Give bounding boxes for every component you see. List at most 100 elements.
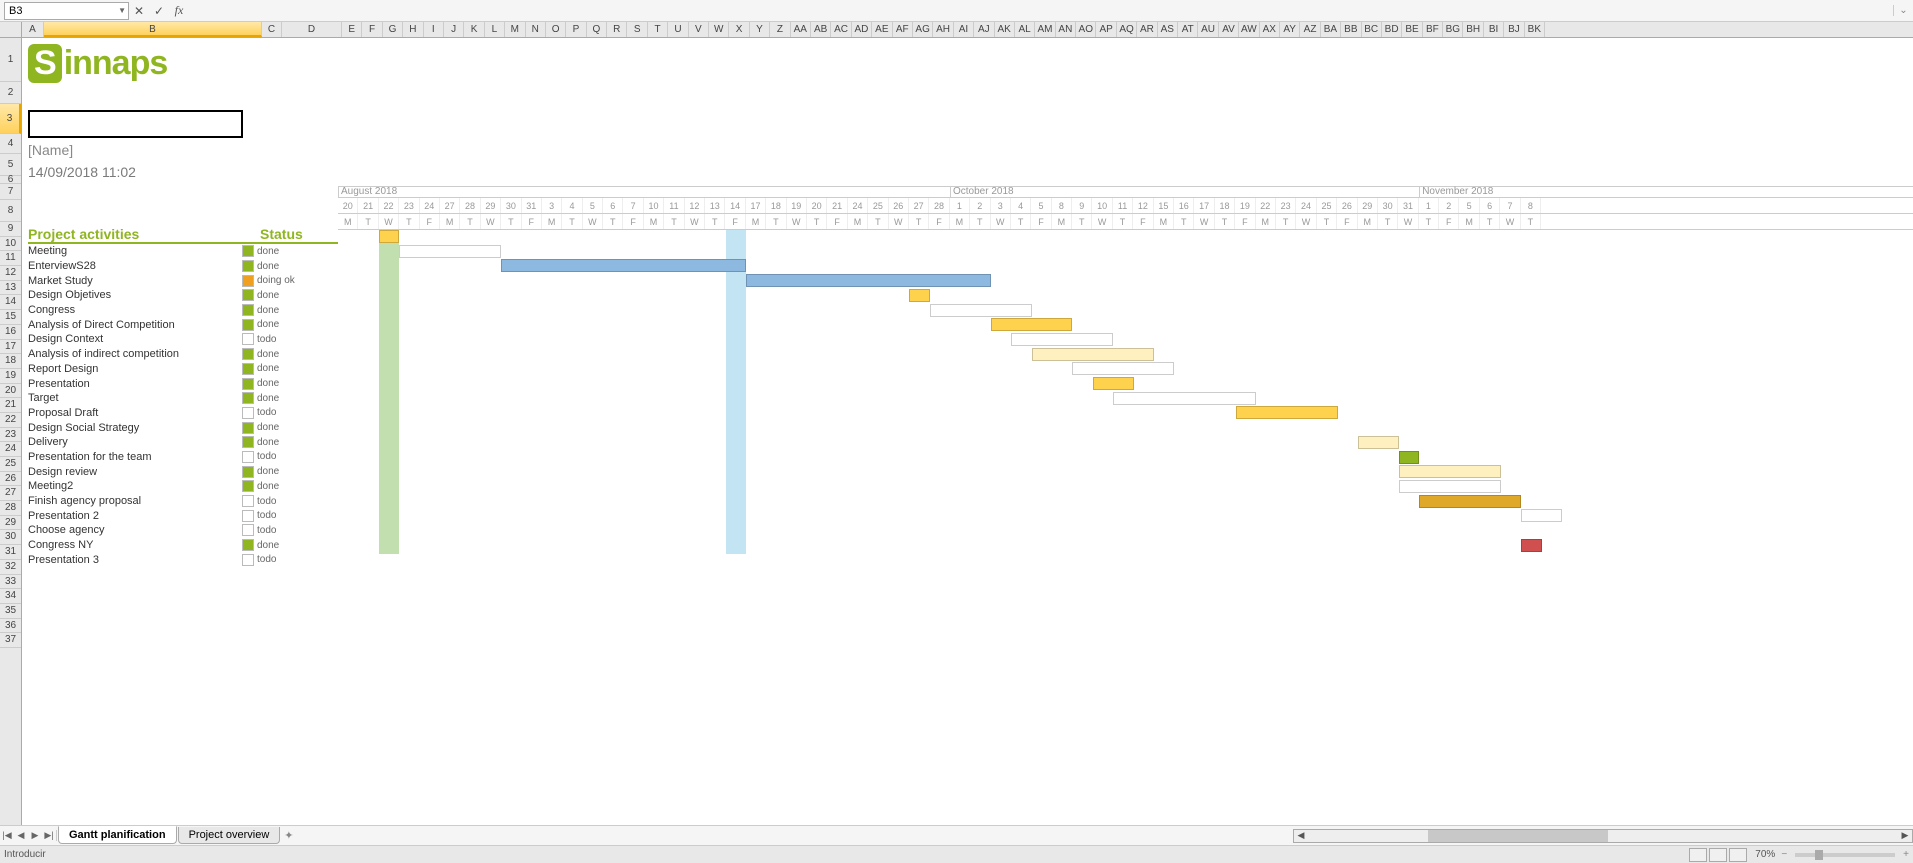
row-header-34[interactable]: 34: [0, 589, 21, 604]
row-header-8[interactable]: 8: [0, 200, 21, 222]
activity-row[interactable]: Congress NYdone: [22, 538, 338, 553]
col-header-BH[interactable]: BH: [1463, 22, 1483, 37]
row-header-26[interactable]: 26: [0, 472, 21, 487]
row-header-3[interactable]: 3: [0, 104, 21, 134]
gantt-bar[interactable]: [1236, 406, 1338, 419]
horizontal-scrollbar[interactable]: ◀ ▶: [1293, 829, 1913, 843]
row-header-18[interactable]: 18: [0, 354, 21, 369]
activity-row[interactable]: Analysis of Direct Competitiondone: [22, 317, 338, 332]
col-header-U[interactable]: U: [668, 22, 688, 37]
row-header-32[interactable]: 32: [0, 560, 21, 575]
row-header-30[interactable]: 30: [0, 530, 21, 545]
col-header-Z[interactable]: Z: [770, 22, 790, 37]
activity-row[interactable]: Market Studydoing ok: [22, 273, 338, 288]
col-header-Y[interactable]: Y: [750, 22, 770, 37]
name-box[interactable]: B3 ▼: [4, 2, 129, 20]
activity-row[interactable]: Presentation for the teamtodo: [22, 450, 338, 465]
gantt-bar[interactable]: [1093, 377, 1134, 390]
activity-row[interactable]: Meeting2done: [22, 479, 338, 494]
col-header-AR[interactable]: AR: [1137, 22, 1157, 37]
zoom-in-icon[interactable]: +: [1903, 849, 1909, 860]
tab-next-icon[interactable]: ▶: [28, 830, 42, 841]
col-header-AE[interactable]: AE: [872, 22, 892, 37]
col-header-I[interactable]: I: [424, 22, 444, 37]
activity-row[interactable]: Meetingdone: [22, 244, 338, 259]
gantt-bar[interactable]: [746, 274, 991, 287]
row-header-4[interactable]: 4: [0, 134, 21, 154]
gantt-bar[interactable]: [379, 230, 399, 243]
col-header-W[interactable]: W: [709, 22, 729, 37]
tab-first-icon[interactable]: |◀: [0, 830, 14, 841]
col-header-AZ[interactable]: AZ: [1300, 22, 1320, 37]
col-header-AL[interactable]: AL: [1015, 22, 1035, 37]
activity-row[interactable]: Report Designdone: [22, 362, 338, 377]
col-header-K[interactable]: K: [464, 22, 484, 37]
col-header-AQ[interactable]: AQ: [1117, 22, 1137, 37]
col-header-AP[interactable]: AP: [1096, 22, 1116, 37]
scroll-right-icon[interactable]: ▶: [1898, 830, 1912, 841]
row-header-29[interactable]: 29: [0, 516, 21, 531]
row-header-19[interactable]: 19: [0, 369, 21, 384]
activity-row[interactable]: Proposal Drafttodo: [22, 406, 338, 421]
row-header-12[interactable]: 12: [0, 266, 21, 281]
zoom-out-icon[interactable]: −: [1781, 849, 1787, 860]
col-header-AU[interactable]: AU: [1198, 22, 1218, 37]
gantt-bar[interactable]: [1358, 436, 1399, 449]
row-header-22[interactable]: 22: [0, 413, 21, 428]
row-header-9[interactable]: 9: [0, 222, 21, 237]
activity-row[interactable]: Presentation 3todo: [22, 552, 338, 567]
col-header-AN[interactable]: AN: [1056, 22, 1076, 37]
sheet-tab[interactable]: Project overview: [178, 827, 281, 844]
activity-row[interactable]: Finish agency proposaltodo: [22, 494, 338, 509]
col-header-AI[interactable]: AI: [954, 22, 974, 37]
name-box-dropdown-icon[interactable]: ▼: [118, 6, 126, 15]
view-page-icon[interactable]: [1709, 848, 1727, 862]
col-header-AX[interactable]: AX: [1260, 22, 1280, 37]
gantt-bar[interactable]: [909, 289, 929, 302]
active-cell-editor[interactable]: [28, 110, 243, 138]
col-header-AY[interactable]: AY: [1280, 22, 1300, 37]
col-header-X[interactable]: X: [729, 22, 749, 37]
tab-last-icon[interactable]: ▶|: [42, 830, 56, 841]
col-header-C[interactable]: C: [262, 22, 282, 37]
col-header-AH[interactable]: AH: [933, 22, 953, 37]
col-header-AO[interactable]: AO: [1076, 22, 1096, 37]
sheet-tab[interactable]: Gantt planification: [58, 826, 177, 844]
row-header-25[interactable]: 25: [0, 457, 21, 472]
gantt-bar[interactable]: [1399, 451, 1419, 464]
row-header-23[interactable]: 23: [0, 428, 21, 443]
col-header-AG[interactable]: AG: [913, 22, 933, 37]
select-all-corner[interactable]: [0, 22, 22, 37]
activity-row[interactable]: Deliverydone: [22, 435, 338, 450]
activity-row[interactable]: Design Social Strategydone: [22, 420, 338, 435]
col-header-BA[interactable]: BA: [1321, 22, 1341, 37]
col-header-AM[interactable]: AM: [1035, 22, 1055, 37]
col-header-M[interactable]: M: [505, 22, 525, 37]
row-header-11[interactable]: 11: [0, 251, 21, 266]
col-header-E[interactable]: E: [342, 22, 362, 37]
view-normal-icon[interactable]: [1689, 848, 1707, 862]
row-header-31[interactable]: 31: [0, 545, 21, 560]
row-header-37[interactable]: 37: [0, 633, 21, 648]
row-header-35[interactable]: 35: [0, 604, 21, 619]
col-header-AV[interactable]: AV: [1219, 22, 1239, 37]
col-header-F[interactable]: F: [362, 22, 382, 37]
row-header-10[interactable]: 10: [0, 237, 21, 252]
row-header-21[interactable]: 21: [0, 398, 21, 413]
activity-row[interactable]: Targetdone: [22, 391, 338, 406]
col-header-AJ[interactable]: AJ: [974, 22, 994, 37]
row-header-33[interactable]: 33: [0, 575, 21, 590]
row-header-6[interactable]: 6: [0, 176, 21, 184]
gantt-bar[interactable]: [1521, 509, 1562, 522]
gantt-bar[interactable]: [1011, 333, 1113, 346]
row-header-24[interactable]: 24: [0, 442, 21, 457]
gantt-bar[interactable]: [1521, 539, 1541, 552]
col-header-L[interactable]: L: [485, 22, 505, 37]
col-header-N[interactable]: N: [526, 22, 546, 37]
accept-icon[interactable]: ✓: [149, 4, 169, 18]
row-header-14[interactable]: 14: [0, 295, 21, 310]
row-header-7[interactable]: 7: [0, 184, 21, 200]
col-header-H[interactable]: H: [403, 22, 423, 37]
activity-row[interactable]: Design reviewdone: [22, 464, 338, 479]
activity-row[interactable]: Design Contexttodo: [22, 332, 338, 347]
